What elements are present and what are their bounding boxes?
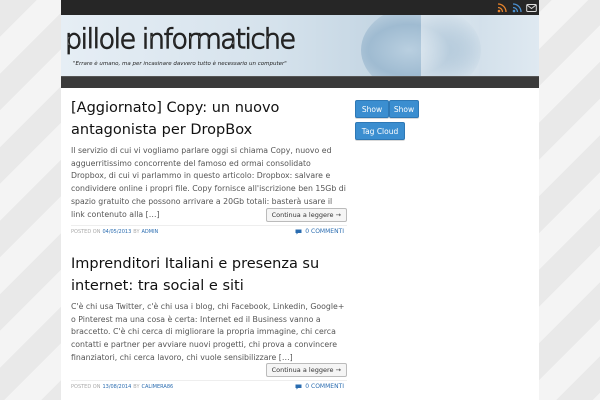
post-meta: POSTED ON 04/05/2013 BY ADMIN 0 COMMENTI — [71, 225, 347, 237]
comment-icon — [295, 229, 302, 234]
show-button-secondary[interactable]: Show — [389, 100, 419, 118]
top-bar — [61, 0, 539, 15]
post-author[interactable]: CALIMERA86 — [142, 384, 174, 390]
post-date[interactable]: 13/08/2014 — [102, 384, 131, 390]
by-label: BY — [133, 228, 140, 235]
by-label: BY — [133, 383, 140, 390]
show-button[interactable]: Show — [355, 100, 389, 118]
comments-count: 0 COMMENTI — [305, 383, 344, 390]
read-more-button[interactable]: Continua a leggere → — [265, 363, 347, 377]
comment-icon — [295, 384, 302, 389]
comments-link[interactable]: 0 COMMENTI — [295, 383, 344, 390]
page-wrapper: pillole informatiche "Errare è umano, ma… — [61, 0, 539, 400]
post-title[interactable]: [Aggiornato] Copy: un nuovo antagonista … — [71, 97, 347, 141]
post-excerpt: C'è chi usa Twitter, c'è chi usa i blog,… — [71, 302, 345, 362]
post-item: Imprenditori Italiani e presenza su inte… — [71, 253, 347, 365]
posted-on-label: POSTED ON — [71, 383, 101, 390]
site-logo[interactable]: pillole informatiche — [64, 23, 296, 55]
post-title[interactable]: Imprenditori Italiani e presenza su inte… — [71, 253, 347, 297]
site-header: pillole informatiche "Errare è umano, ma… — [61, 15, 539, 76]
comments-count: 0 COMMENTI — [305, 228, 344, 235]
post-meta: POSTED ON 13/08/2014 BY CALIMERA86 0 COM… — [71, 380, 347, 392]
post-item: [Aggiornato] Copy: un nuovo antagonista … — [71, 97, 347, 221]
rss-comments-icon[interactable] — [511, 2, 522, 13]
read-more-button[interactable]: Continua a leggere → — [265, 208, 347, 222]
tag-cloud-button[interactable]: Tag Cloud — [355, 122, 405, 140]
social-icons — [496, 0, 537, 15]
site-tagline: "Errare è umano, ma per incasinare davve… — [73, 61, 287, 67]
content-area: [Aggiornato] Copy: un nuovo antagonista … — [61, 88, 539, 400]
post-author[interactable]: ADMIN — [142, 229, 159, 235]
post-date[interactable]: 04/05/2013 — [102, 229, 131, 235]
posted-on-label: POSTED ON — [71, 228, 101, 235]
mail-icon[interactable] — [526, 2, 537, 13]
comments-link[interactable]: 0 COMMENTI — [295, 228, 344, 235]
header-highlight — [421, 15, 481, 76]
rss-icon[interactable] — [496, 2, 507, 13]
